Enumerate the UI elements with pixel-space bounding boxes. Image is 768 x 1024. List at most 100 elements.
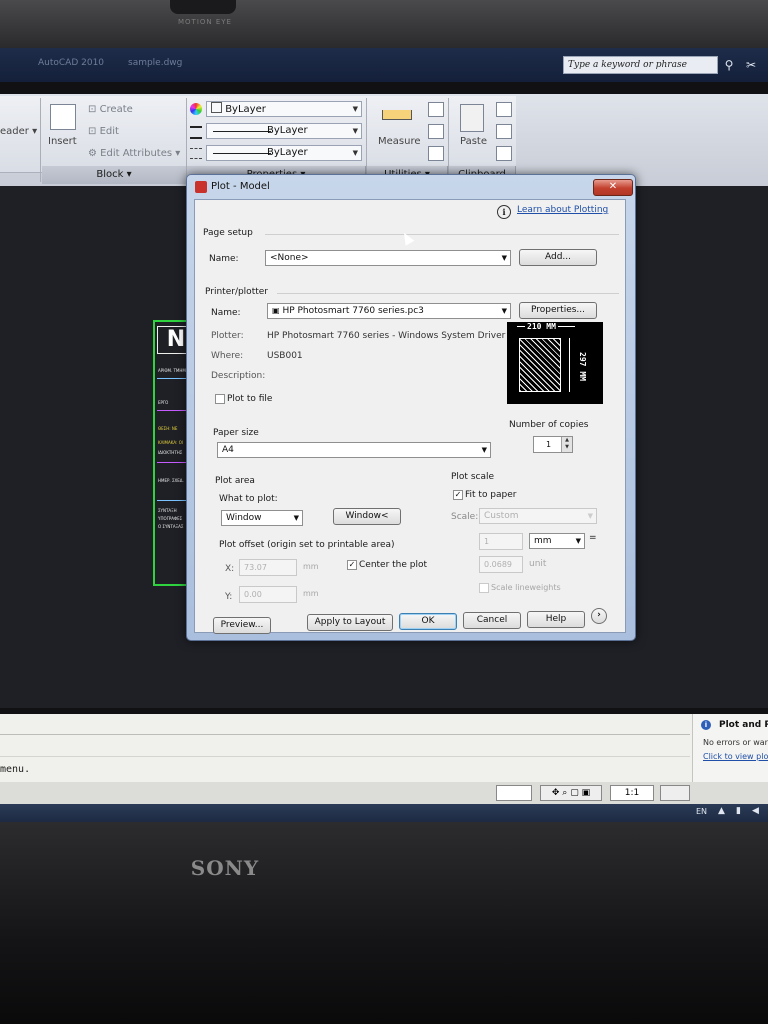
- find-icon[interactable]: [428, 124, 444, 139]
- edit-attributes-button[interactable]: ⚙ Edit Attributes ▾: [88, 148, 180, 159]
- binoculars-icon[interactable]: ⚲: [720, 56, 738, 74]
- linetype-sample: [213, 131, 271, 132]
- ok-button[interactable]: OK: [399, 613, 457, 630]
- scale-lineweights-checkbox[interactable]: [479, 583, 489, 593]
- paper-sheet: [519, 338, 561, 392]
- preview-button[interactable]: Preview...: [213, 617, 271, 634]
- notification-message: No errors or war: [703, 738, 768, 747]
- tools-icon[interactable]: ✂: [742, 56, 760, 74]
- learn-about-plotting-link[interactable]: Learn about Plotting: [517, 205, 608, 215]
- workspace-icon[interactable]: [660, 785, 690, 801]
- camera-label: MOTION EYE: [178, 18, 232, 26]
- frame-tag: ΘΕΣΗ: ΝΕ: [158, 426, 178, 431]
- calculator-icon[interactable]: [428, 146, 444, 161]
- lineweight-combo[interactable]: ByLayer ▼: [206, 145, 362, 161]
- cut-icon[interactable]: [496, 102, 512, 117]
- edit-block-button[interactable]: ⊡ Edit: [88, 126, 119, 137]
- color-swatch: [211, 102, 222, 113]
- scale-dropdown[interactable]: Custom ▼: [479, 508, 597, 524]
- quick-select-icon[interactable]: [428, 102, 444, 117]
- what-to-plot-value: Window: [226, 513, 262, 523]
- language-indicator[interactable]: EN: [696, 807, 707, 816]
- measure-button-label[interactable]: Measure: [378, 136, 421, 147]
- color-wheel-icon[interactable]: [190, 103, 202, 115]
- dropdown-arrow-icon: ▼: [501, 254, 507, 262]
- center-the-plot-label: Center the plot: [359, 560, 428, 570]
- where-value: USB001: [267, 351, 303, 361]
- paste-icon[interactable]: [460, 104, 484, 132]
- network-icon[interactable]: ▮: [736, 806, 741, 816]
- window-pick-button[interactable]: Window<: [333, 508, 401, 525]
- copy-icon[interactable]: [496, 124, 512, 139]
- frame-tag: ΣΥΝΤΑΞΗ: [158, 508, 177, 513]
- plot-to-file-checkbox[interactable]: [215, 394, 225, 404]
- plot-area-heading: Plot area: [215, 476, 255, 486]
- paper-height-label: 297 MM: [577, 351, 587, 382]
- lineweight-value: ByLayer: [267, 147, 308, 158]
- printer-name-dropdown[interactable]: ▣ HP Photosmart 7760 series.pc3 ▼: [267, 303, 511, 319]
- page-setup-name-dropdown[interactable]: <None> ▼: [265, 250, 511, 266]
- section-divider: [277, 293, 619, 294]
- printer-plotter-heading: Printer/plotter: [205, 287, 268, 297]
- help-button[interactable]: Help: [527, 611, 585, 628]
- y-offset-input[interactable]: 0.00: [239, 586, 297, 603]
- frame-tag: ΗΜΕΡ. ΣΧΕΔ.: [158, 478, 184, 483]
- plot-scale-heading: Plot scale: [451, 472, 495, 482]
- more-options-button[interactable]: ›: [591, 608, 607, 624]
- dropdown-arrow-icon: ▼: [352, 149, 358, 157]
- number-of-copies-spinner[interactable]: 1 ▲ ▼: [533, 436, 573, 453]
- linetype-combo[interactable]: ByLayer ▼: [206, 123, 362, 139]
- command-line-text[interactable]: menu.: [0, 764, 30, 775]
- fit-to-paper-label: Fit to paper: [465, 490, 517, 500]
- cancel-button[interactable]: Cancel: [463, 612, 521, 629]
- help-search-input[interactable]: Type a keyword or phrase: [563, 56, 718, 74]
- plot-notification-balloon[interactable]: i Plot and Pub No errors or war Click to…: [692, 714, 768, 784]
- annotation-scale[interactable]: 1:1: [610, 785, 654, 801]
- printer-properties-button[interactable]: Properties...: [519, 302, 597, 319]
- laptop-bezel-top: [0, 0, 768, 48]
- fit-to-paper-checkbox[interactable]: ✓: [453, 490, 463, 500]
- match-properties-icon[interactable]: [496, 146, 512, 161]
- color-combo[interactable]: ByLayer ▼: [206, 101, 362, 117]
- add-page-setup-button[interactable]: Add...: [519, 249, 597, 266]
- y-offset-unit: mm: [303, 589, 319, 598]
- what-to-plot-dropdown[interactable]: Window ▼: [221, 510, 303, 526]
- block-panel-title[interactable]: Block ▾: [42, 166, 187, 184]
- dropdown-arrow-icon: ▼: [501, 307, 507, 315]
- plot-dialog: Plot - Model ✕ i Learn about Plotting Pa…: [186, 174, 636, 641]
- tray-expand-icon[interactable]: ▲: [718, 806, 725, 816]
- file-title: sample.dwg: [128, 58, 183, 68]
- info-icon: i: [497, 205, 511, 219]
- center-the-plot-checkbox[interactable]: ✓: [347, 560, 357, 570]
- scale-paper-units-input[interactable]: 1: [479, 533, 523, 550]
- insert-button-label[interactable]: Insert: [48, 136, 77, 147]
- measure-icon[interactable]: [382, 110, 412, 120]
- insert-block-icon[interactable]: [50, 104, 76, 130]
- navigation-tools[interactable]: ✥ ⌕ ▢ ▣: [540, 785, 602, 801]
- page-setup-name-value: <None>: [270, 253, 309, 263]
- printer-icon: ▣: [272, 306, 280, 315]
- scale-drawing-units-input[interactable]: 0.0689: [479, 556, 523, 573]
- model-layout-icon[interactable]: [496, 785, 532, 801]
- apply-to-layout-button[interactable]: Apply to Layout: [307, 614, 393, 631]
- scale-lineweights-label: Scale lineweights: [491, 583, 561, 592]
- x-offset-input[interactable]: 73.07: [239, 559, 297, 576]
- equals-sign: =: [589, 533, 597, 543]
- scale-value: Custom: [484, 511, 519, 521]
- frame-tag: ΙΔΙΟΚΤΗΤΗΣ: [158, 450, 183, 455]
- lineweight-icon: [190, 148, 202, 159]
- create-block-button[interactable]: ⊡ Create: [88, 104, 133, 115]
- spin-arrows-icon[interactable]: ▲ ▼: [561, 437, 572, 452]
- paste-button-label[interactable]: Paste: [460, 136, 487, 147]
- number-of-copies-label: Number of copies: [509, 420, 589, 430]
- windows-taskbar: EN ▲ ▮ ◀: [0, 804, 768, 822]
- scale-units-dropdown[interactable]: mm ▼: [529, 533, 585, 549]
- laptop-brand-logo: SONY: [190, 856, 260, 880]
- status-bar: ✥ ⌕ ▢ ▣ 1:1: [0, 782, 768, 804]
- paper-size-dropdown[interactable]: A4 ▼: [217, 442, 491, 458]
- autocad-app-icon: [195, 181, 207, 193]
- leader-button[interactable]: eader ▾: [0, 126, 37, 137]
- volume-icon[interactable]: ◀: [752, 806, 759, 816]
- close-button[interactable]: ✕: [593, 179, 633, 196]
- notification-link[interactable]: Click to view plo: [703, 752, 768, 761]
